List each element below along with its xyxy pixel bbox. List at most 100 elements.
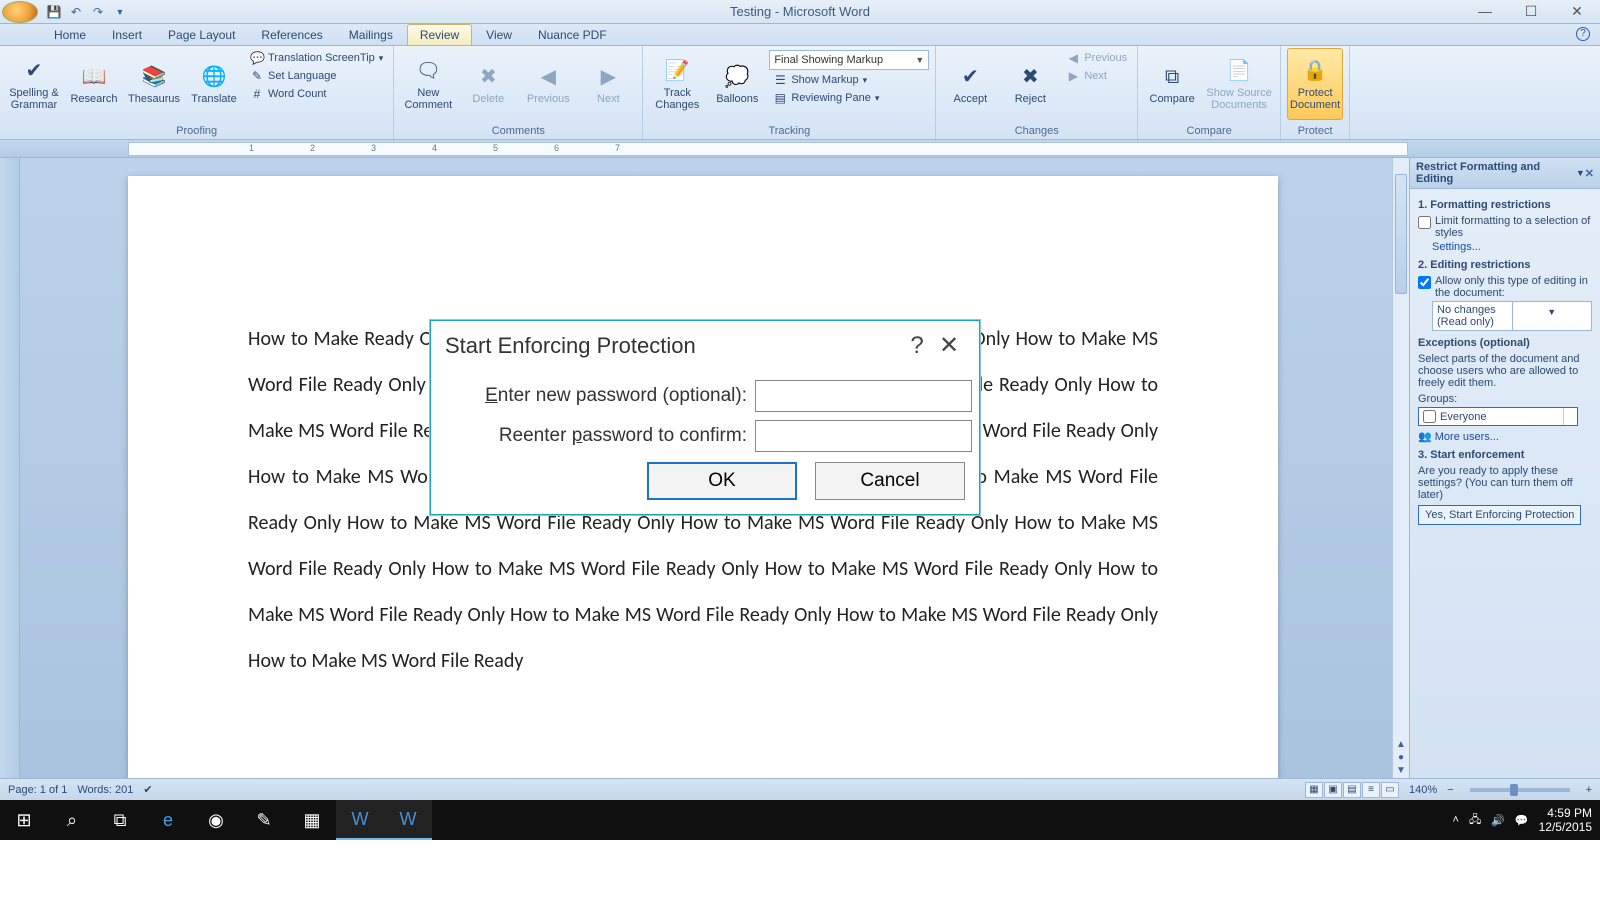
tab-nuance-pdf[interactable]: Nuance PDF: [526, 25, 619, 45]
listbox-scroll[interactable]: [1563, 408, 1577, 425]
web-layout-view-icon[interactable]: ▤: [1343, 782, 1361, 798]
help-icon[interactable]: ?: [1576, 27, 1590, 41]
draft-view-icon[interactable]: ▭: [1381, 782, 1399, 798]
settings-link[interactable]: Settings...: [1432, 241, 1592, 253]
translate-button[interactable]: 🌐Translate: [186, 48, 242, 120]
everyone-checkbox[interactable]: [1423, 410, 1436, 423]
tab-page-layout[interactable]: Page Layout: [156, 25, 247, 45]
confirm-password-input[interactable]: [755, 420, 972, 452]
page-status[interactable]: Page: 1 of 1: [8, 784, 67, 796]
password-input[interactable]: [755, 380, 972, 412]
tab-insert[interactable]: Insert: [100, 25, 154, 45]
compare-icon: ⧉: [1158, 63, 1186, 91]
thesaurus-button[interactable]: 📚Thesaurus: [126, 48, 182, 120]
app-icon[interactable]: ✎: [240, 800, 288, 840]
chevron-down-icon: ▼: [1512, 302, 1592, 330]
action-center-icon[interactable]: 💬: [1515, 814, 1529, 827]
cancel-button[interactable]: Cancel: [815, 462, 965, 500]
tab-references[interactable]: References: [249, 25, 334, 45]
word-taskbar-icon[interactable]: W: [336, 800, 384, 840]
compare-button[interactable]: ⧉Compare: [1144, 48, 1200, 120]
browse-object-icon[interactable]: ●: [1398, 752, 1404, 763]
ok-button[interactable]: OK: [647, 462, 797, 500]
next-change-button[interactable]: ▶Next: [1062, 68, 1131, 84]
vertical-scrollbar[interactable]: ▲ ● ▼: [1392, 158, 1409, 778]
accept-button[interactable]: ✔Accept: [942, 48, 998, 120]
close-button[interactable]: ✕: [1554, 3, 1600, 20]
delete-comment-button[interactable]: ✖Delete: [460, 48, 516, 120]
tab-view[interactable]: View: [474, 25, 524, 45]
undo-icon[interactable]: ↶: [68, 4, 84, 20]
zoom-slider[interactable]: [1470, 788, 1570, 792]
print-layout-view-icon[interactable]: ▦: [1305, 782, 1323, 798]
word-taskbar-icon-2[interactable]: W: [384, 800, 432, 840]
translation-screentip-button[interactable]: 💬Translation ScreenTip ▾: [246, 50, 387, 66]
previous-change-button[interactable]: ◀Previous: [1062, 50, 1131, 66]
track-changes-button[interactable]: 📝Track Changes: [649, 48, 705, 120]
dialog-help-icon[interactable]: ?: [901, 332, 933, 360]
accept-icon: ✔: [956, 63, 984, 91]
new-comment-button[interactable]: 🗨New Comment: [400, 48, 456, 120]
limit-formatting-checkbox[interactable]: [1418, 216, 1431, 229]
zoom-level[interactable]: 140%: [1409, 784, 1437, 796]
show-source-button[interactable]: 📄Show Source Documents: [1204, 48, 1274, 120]
prev-page-icon[interactable]: ▲: [1396, 739, 1406, 750]
horizontal-ruler[interactable]: 1234567: [128, 142, 1408, 156]
redo-icon[interactable]: ↷: [90, 4, 106, 20]
vertical-ruler[interactable]: [0, 158, 20, 778]
balloons-button[interactable]: 💭Balloons: [709, 48, 765, 120]
volume-icon[interactable]: 🔊: [1491, 814, 1505, 827]
outline-view-icon[interactable]: ≡: [1362, 782, 1380, 798]
save-icon[interactable]: 💾: [46, 4, 62, 20]
minimize-button[interactable]: —: [1462, 3, 1508, 20]
prev-icon: ◀: [1066, 51, 1080, 65]
word-count-status[interactable]: Words: 201: [77, 784, 133, 796]
tab-mailings[interactable]: Mailings: [337, 25, 405, 45]
next-page-icon[interactable]: ▼: [1396, 765, 1406, 776]
taskpane-close-icon[interactable]: ✕: [1585, 167, 1594, 180]
spellcheck-icon: ✔: [20, 57, 48, 85]
qat-dropdown-icon[interactable]: ▼: [112, 4, 128, 20]
more-users-link[interactable]: 👥 More users...: [1418, 430, 1592, 443]
proofing-status-icon[interactable]: ✔: [143, 783, 152, 796]
groups-listbox[interactable]: Everyone: [1418, 407, 1578, 426]
tab-home[interactable]: Home: [42, 25, 98, 45]
start-button[interactable]: ⊞: [0, 800, 48, 840]
set-language-button[interactable]: ✎Set Language: [246, 68, 387, 84]
zoom-out-icon[interactable]: −: [1447, 784, 1453, 796]
word-count-button[interactable]: #Word Count: [246, 86, 387, 102]
previous-comment-button[interactable]: ◀Previous: [520, 48, 576, 120]
clock[interactable]: 4:59 PM 12/5/2015: [1539, 806, 1592, 835]
app-icon-2[interactable]: ▦: [288, 800, 336, 840]
zoom-in-icon[interactable]: +: [1586, 784, 1592, 796]
scroll-thumb[interactable]: [1395, 174, 1407, 294]
edge-icon[interactable]: e: [144, 800, 192, 840]
spelling-button[interactable]: ✔Spelling & Grammar: [6, 48, 62, 120]
task-view-icon[interactable]: ⧉: [96, 800, 144, 840]
editing-type-combo[interactable]: No changes (Read only)▼: [1432, 301, 1592, 331]
allow-editing-checkbox[interactable]: [1418, 276, 1431, 289]
maximize-button[interactable]: ☐: [1508, 3, 1554, 20]
research-button[interactable]: 📖Research: [66, 48, 122, 120]
full-screen-view-icon[interactable]: ▣: [1324, 782, 1342, 798]
chrome-icon[interactable]: ◉: [192, 800, 240, 840]
start-enforcing-button[interactable]: Yes, Start Enforcing Protection: [1418, 505, 1581, 525]
search-icon[interactable]: ⌕: [48, 800, 96, 840]
markup-combo[interactable]: Final Showing Markup▼: [769, 50, 929, 70]
protect-document-button[interactable]: 🔒Protect Document: [1287, 48, 1343, 120]
section-editing: 2. Editing restrictions: [1418, 259, 1592, 271]
group-tracking: 📝Track Changes 💭Balloons Final Showing M…: [643, 46, 936, 139]
next-comment-button[interactable]: ▶Next: [580, 48, 636, 120]
zoom-thumb[interactable]: [1510, 784, 1518, 796]
show-markup-button[interactable]: ☰Show Markup ▾: [769, 72, 929, 88]
taskpane-menu-icon[interactable]: ▼: [1576, 168, 1585, 178]
reject-button[interactable]: ✖Reject: [1002, 48, 1058, 120]
tab-review[interactable]: Review: [407, 24, 472, 45]
network-icon[interactable]: 🖧: [1469, 811, 1481, 830]
dialog-titlebar[interactable]: Start Enforcing Protection ? ✕: [431, 321, 979, 366]
reviewing-pane-button[interactable]: ▤Reviewing Pane ▾: [769, 90, 929, 106]
status-bar: Page: 1 of 1 Words: 201 ✔ ▦ ▣ ▤ ≡ ▭ 140%…: [0, 778, 1600, 800]
tray-chevron-icon[interactable]: ˄: [1453, 814, 1459, 826]
dialog-close-icon[interactable]: ✕: [933, 331, 965, 360]
office-button[interactable]: [2, 1, 38, 23]
